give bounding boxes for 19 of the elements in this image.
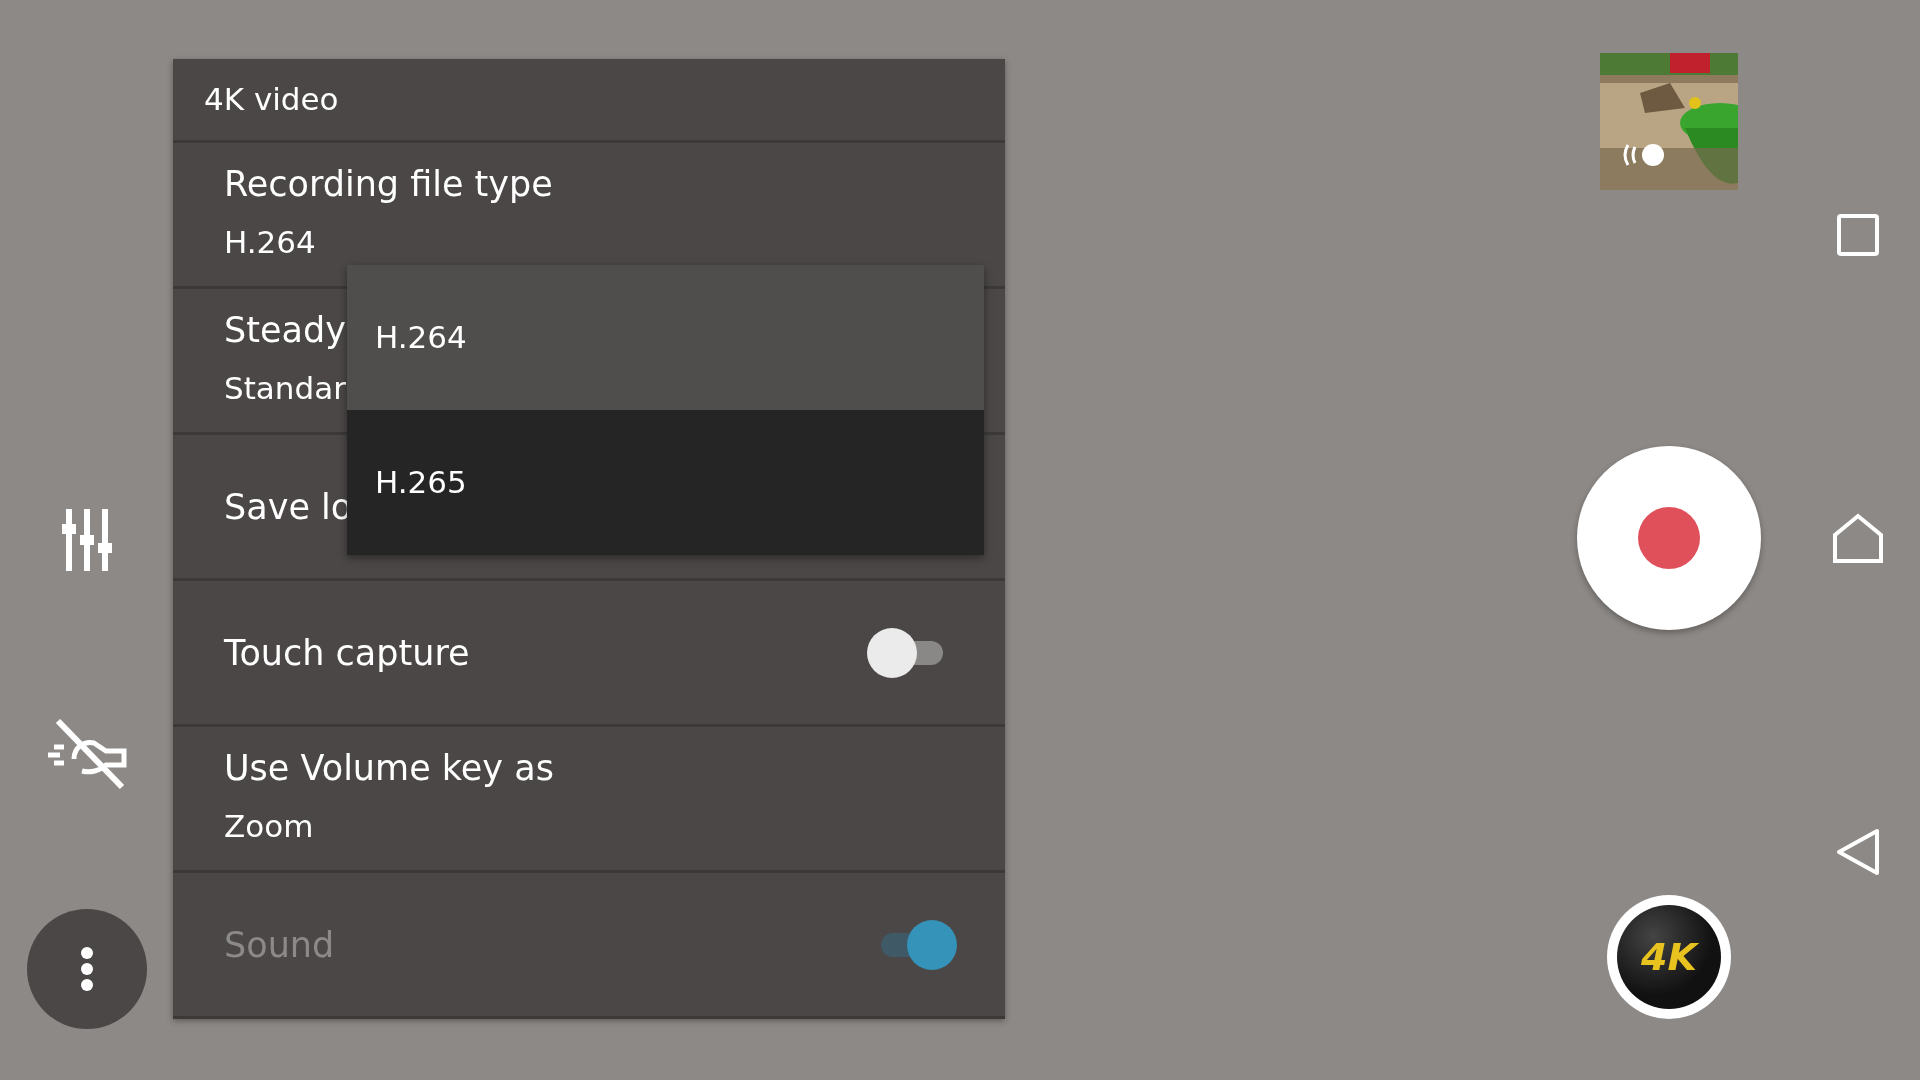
setting-label: Touch capture — [224, 631, 470, 674]
home-icon[interactable] — [1832, 513, 1884, 563]
dropdown-option[interactable]: H.265 — [347, 410, 984, 555]
setting-label: Sound — [224, 923, 335, 966]
setting-value: Standar — [224, 369, 346, 409]
back-icon[interactable] — [1835, 828, 1881, 876]
setting-label: Recording file type — [224, 163, 553, 206]
setting-label: Steady — [224, 309, 346, 352]
dropdown-option[interactable]: H.264 — [347, 265, 984, 410]
setting-value: Zoom — [224, 807, 315, 847]
burst-icon — [1622, 141, 1666, 169]
panel-title: 4K video — [173, 59, 1005, 143]
touch-off-icon[interactable] — [45, 719, 128, 791]
more-icon — [79, 946, 94, 992]
recents-icon[interactable] — [1837, 214, 1879, 256]
mode-badge[interactable]: 4K — [1607, 895, 1731, 1019]
setting-label: Use Volume key as — [224, 747, 554, 790]
equalizer-icon[interactable] — [61, 509, 112, 571]
setting-value: H.264 — [224, 223, 317, 263]
